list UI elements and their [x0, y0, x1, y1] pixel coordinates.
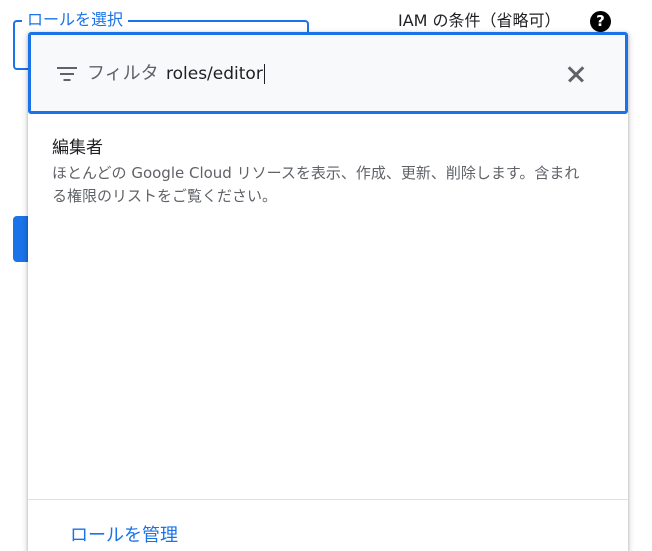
role-dropdown-panel: フィルタ roles/editor 編集者 ほとんどの Google Cloud… [28, 32, 628, 551]
filter-list-icon [57, 67, 77, 81]
role-option-editor[interactable]: 編集者 ほとんどの Google Cloud リソースを表示、作成、更新、削除し… [28, 132, 628, 208]
iam-condition-label: IAM の条件（省略可） [398, 11, 561, 30]
help-icon[interactable]: ? [590, 11, 611, 32]
role-select-label: ロールを選択 [22, 10, 129, 30]
filter-input-value: roles/editor [166, 64, 263, 84]
filter-bar[interactable]: フィルタ roles/editor [28, 32, 628, 114]
role-option-description: ほとんどの Google Cloud リソースを表示、作成、更新、削除します。含… [52, 164, 580, 205]
manage-roles-link[interactable]: ロールを管理 [70, 524, 178, 548]
page: ロールを選択 IAM の条件（省略可） ? フィルタ roles/editor … [0, 0, 652, 551]
filter-label: フィルタ [87, 63, 159, 84]
close-icon[interactable] [561, 59, 591, 89]
divider [28, 499, 628, 500]
text-caret [263, 64, 265, 84]
role-option-title: 編集者 [52, 138, 103, 158]
filter-input[interactable]: roles/editor [166, 63, 265, 85]
